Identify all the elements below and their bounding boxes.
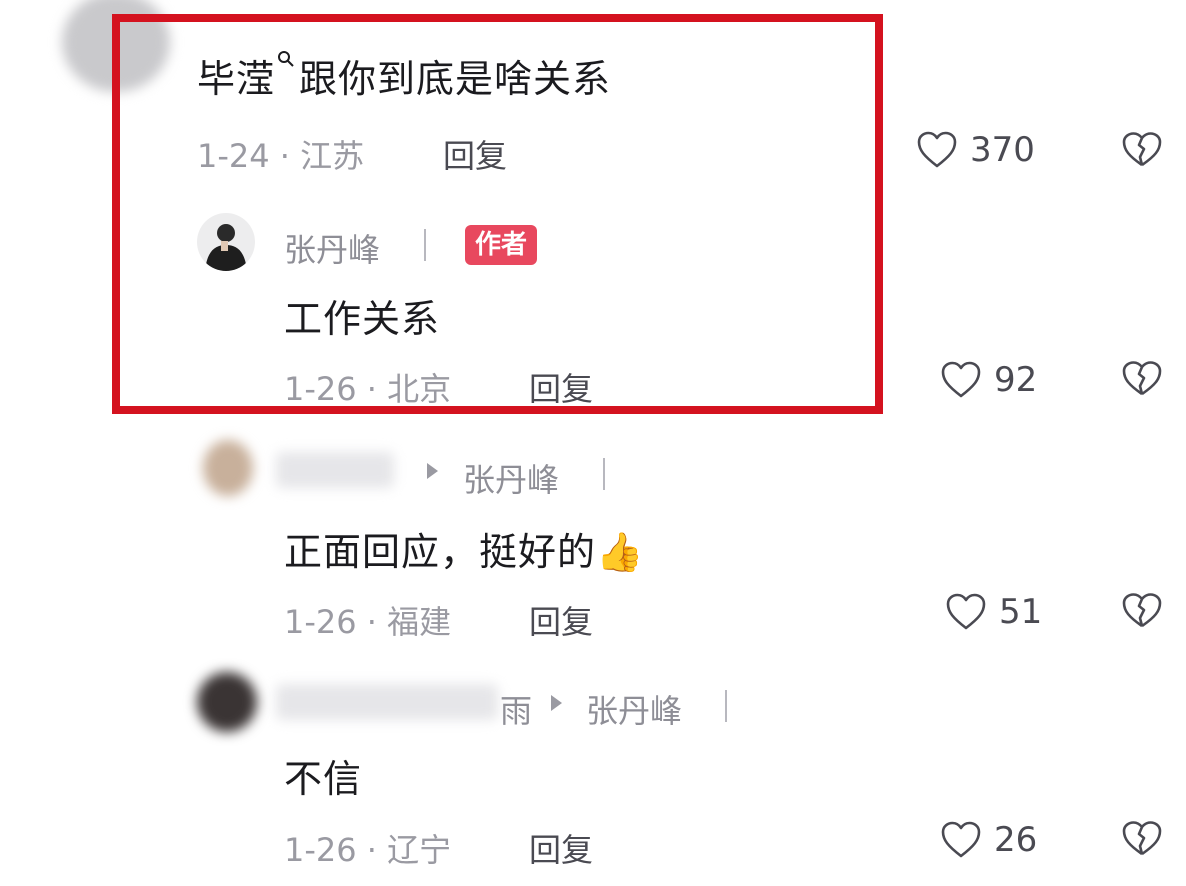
username-redacted <box>276 452 394 488</box>
reply-button[interactable]: 回复 <box>529 825 593 871</box>
like-count: 26 <box>994 820 1038 860</box>
broken-heart-icon[interactable] <box>1122 360 1162 398</box>
comment-text: 不信 <box>284 757 363 801</box>
divider <box>725 690 727 722</box>
comment-body: 正面回应，挺好的 <box>284 530 597 574</box>
like-button[interactable]: 92 <box>940 360 1037 400</box>
avatar[interactable] <box>197 672 257 732</box>
highlight-box <box>112 14 883 414</box>
like-count: 51 <box>999 592 1043 632</box>
broken-heart-icon[interactable] <box>1122 820 1162 858</box>
comment-text: 正面回应，挺好的👍 <box>284 521 644 576</box>
divider <box>603 458 605 490</box>
comment-meta: 1-26 · 辽宁 <box>284 831 452 869</box>
broken-heart-icon[interactable] <box>1122 131 1162 169</box>
thumbs-up-emoji: 👍 <box>596 530 645 574</box>
heart-outline-icon <box>916 130 958 170</box>
reply-to-name[interactable]: 张丹峰 <box>463 455 559 501</box>
username-redacted <box>276 684 498 720</box>
broken-heart-icon[interactable] <box>1122 592 1162 630</box>
avatar[interactable] <box>203 440 253 496</box>
reply-to-name[interactable]: 张丹峰 <box>586 686 682 732</box>
like-button[interactable]: 26 <box>940 820 1037 860</box>
like-button[interactable]: 51 <box>945 592 1042 632</box>
triangle-right-icon <box>551 695 562 711</box>
like-count: 92 <box>994 360 1038 400</box>
heart-outline-icon <box>940 820 982 860</box>
username-partial[interactable]: 雨 <box>500 686 532 732</box>
triangle-right-icon <box>427 463 438 479</box>
like-count: 370 <box>970 130 1035 170</box>
heart-outline-icon <box>945 592 987 632</box>
heart-outline-icon <box>940 360 982 400</box>
comment-meta: 1-26 · 福建 <box>284 603 452 641</box>
like-button[interactable]: 370 <box>916 130 1035 170</box>
reply-button[interactable]: 回复 <box>529 597 593 643</box>
